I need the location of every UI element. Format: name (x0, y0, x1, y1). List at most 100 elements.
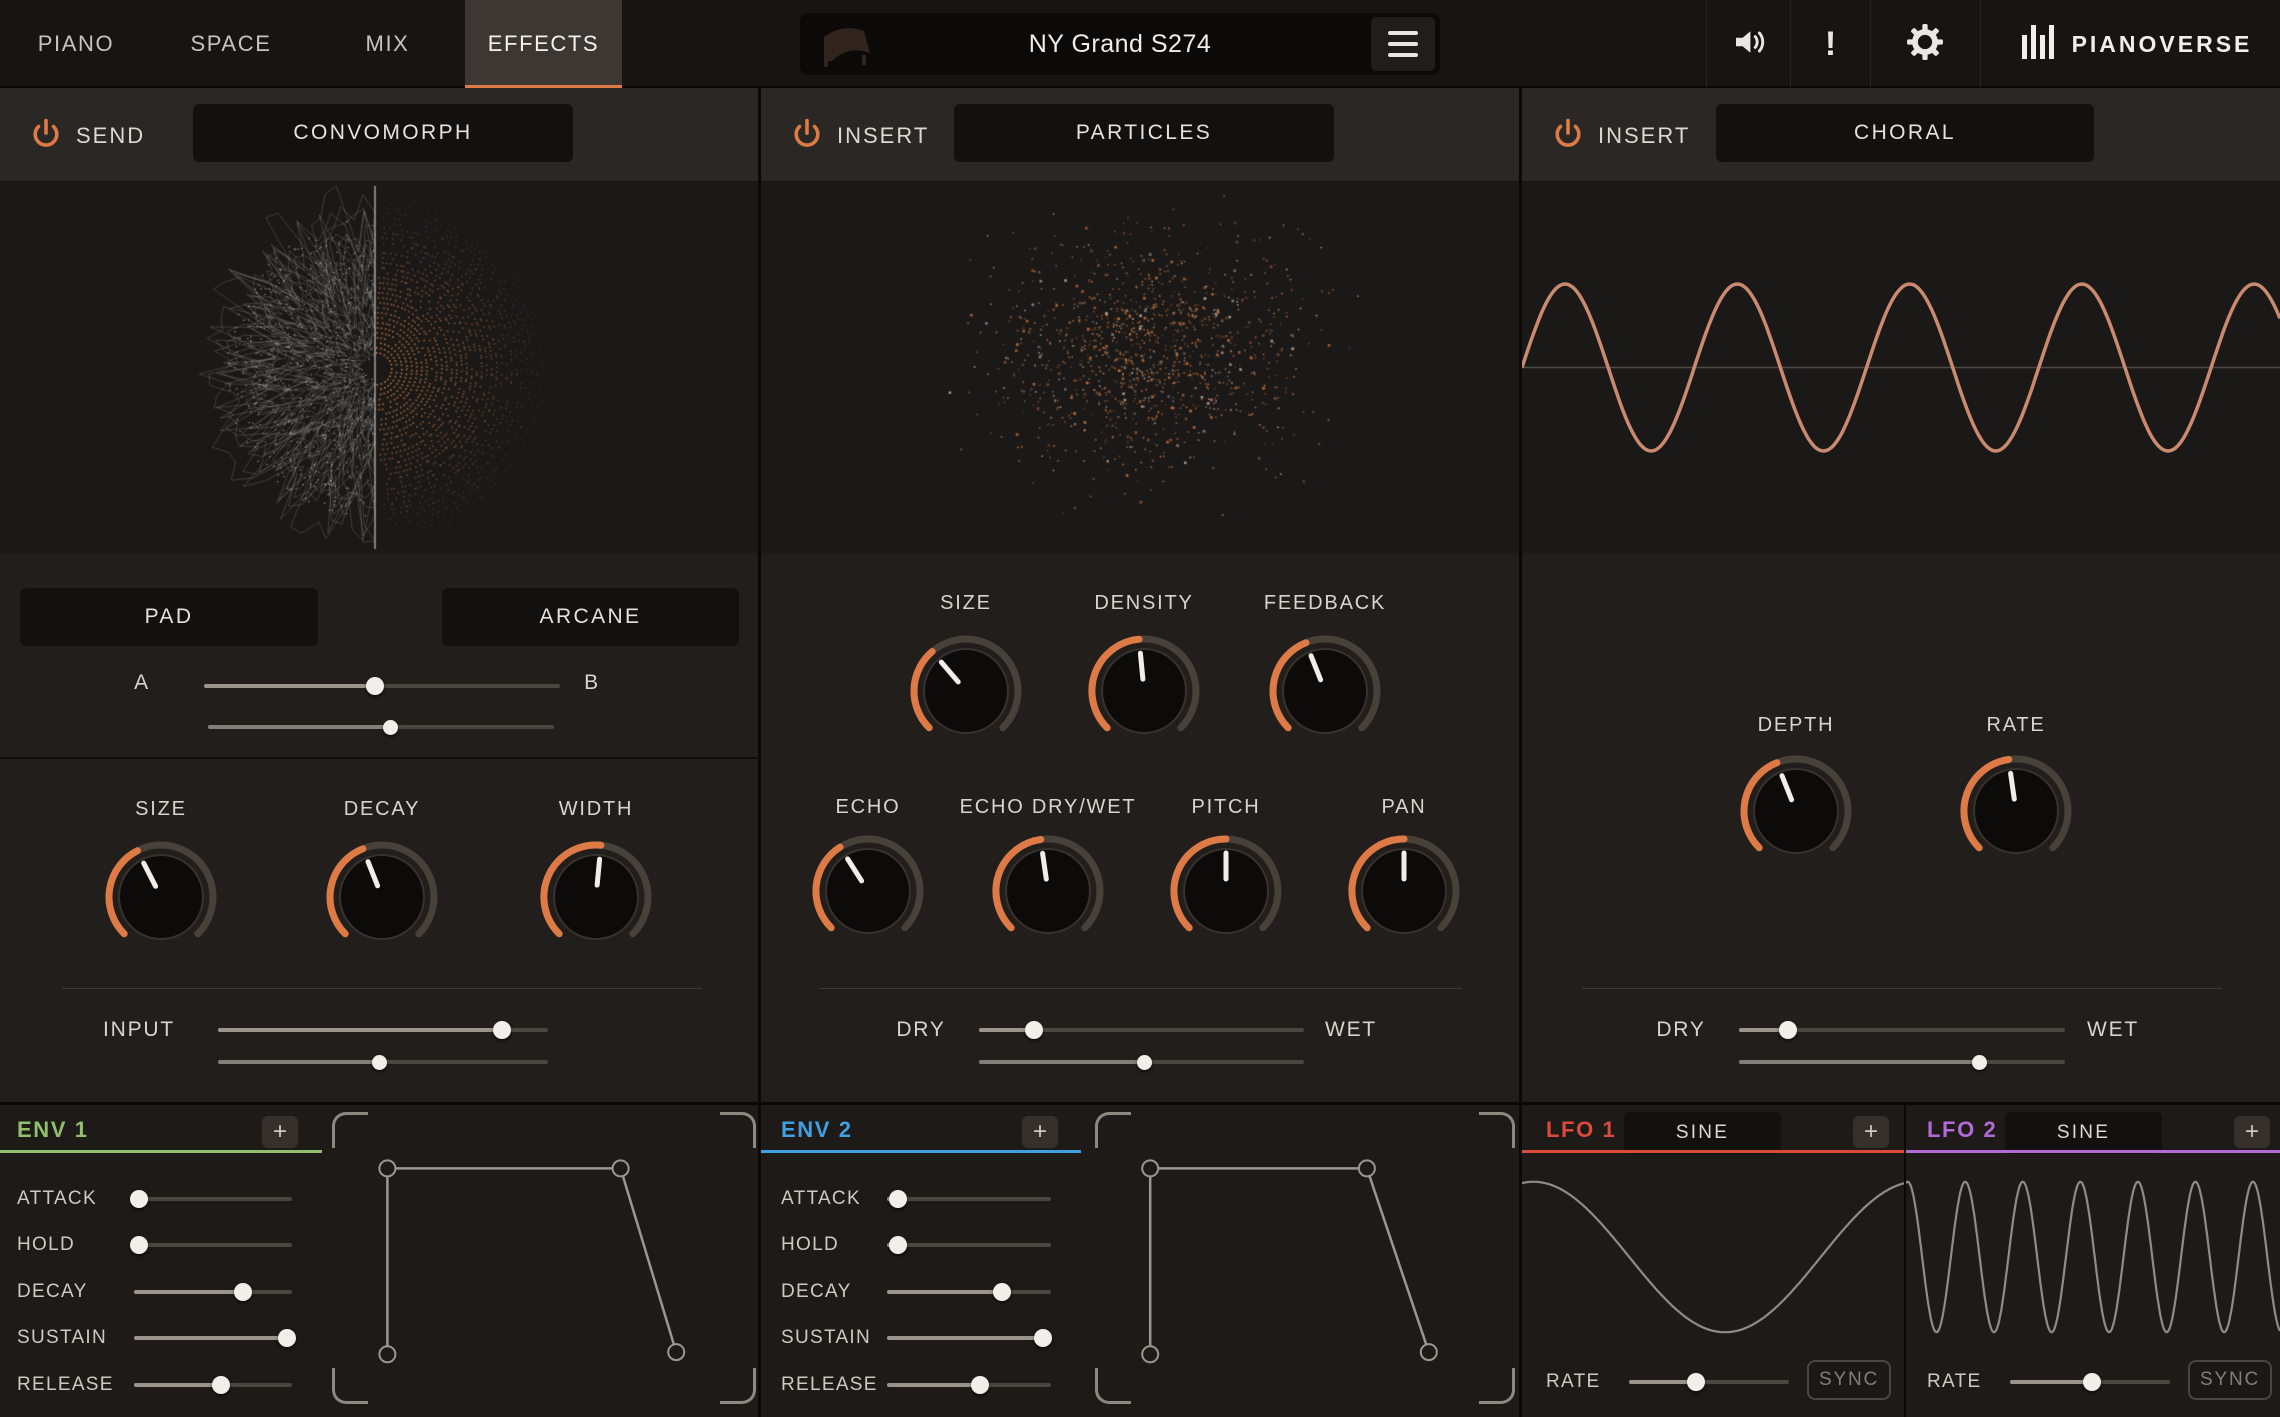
decay-knob[interactable] (324, 839, 440, 955)
env1-add-button[interactable]: + (262, 1116, 298, 1148)
particles-power-button[interactable] (789, 116, 825, 157)
lfo2-add-button[interactable]: + (2234, 1116, 2270, 1148)
tab-mix[interactable]: MIX (310, 0, 465, 88)
size-knob-label: SIZE (81, 798, 241, 820)
particles-visualization (761, 182, 1519, 553)
volume-button[interactable] (1712, 0, 1790, 88)
chorus-rate-knob[interactable] (1958, 753, 2074, 869)
env2-sustain-slider[interactable] (887, 1327, 1051, 1349)
env2-attack-slider[interactable] (887, 1188, 1051, 1210)
env1-release-label: RELEASE (17, 1374, 114, 1396)
lfo1-rate-label: RATE (1546, 1371, 1600, 1393)
env1-hold-slider[interactable] (134, 1234, 292, 1256)
env2-release-slider[interactable] (887, 1374, 1051, 1396)
rule (820, 988, 1462, 989)
lfo2-accent-underline (1906, 1150, 2280, 1153)
depth-knob[interactable] (1738, 753, 1854, 869)
topbar-separator (1980, 0, 1981, 88)
env1-attack-slider[interactable] (134, 1188, 292, 1210)
column-divider (1519, 88, 1522, 1417)
morph-mod-slider[interactable] (208, 716, 554, 738)
convomorph-slot-label: SEND (76, 122, 145, 150)
pan-knob[interactable] (1346, 833, 1462, 949)
convomorph-visualization (0, 182, 758, 553)
env2-hold-slider[interactable] (887, 1234, 1051, 1256)
tab-effects[interactable]: EFFECTS (465, 0, 622, 88)
morph-slider[interactable] (204, 675, 560, 697)
env2-envelope-graph[interactable] (1095, 1112, 1515, 1404)
env1-accent-underline (0, 1150, 322, 1153)
drywet-slider[interactable] (1739, 1019, 2065, 1041)
rule (62, 988, 702, 989)
echo-knob-label: ECHO (788, 796, 948, 818)
pitch-knob[interactable] (1168, 833, 1284, 949)
input-mod-slider[interactable] (218, 1051, 548, 1073)
lfo2-sync-button[interactable]: SYNC (2188, 1360, 2272, 1400)
env1-attack-label: ATTACK (17, 1188, 97, 1210)
tab-label: SPACE (191, 31, 272, 57)
size-knob[interactable] (103, 839, 219, 955)
drywet-mod-slider[interactable] (1739, 1051, 2065, 1073)
feedback-knob-label: FEEDBACK (1245, 592, 1405, 614)
column-divider (758, 88, 761, 1417)
echo-drywet-knob-label: ECHO DRY/WET (938, 796, 1158, 818)
wet-label: WET (2070, 1019, 2156, 1041)
rule (1582, 988, 2222, 989)
psize-knob[interactable] (908, 633, 1024, 749)
drywet-mod-slider[interactable] (979, 1051, 1304, 1073)
input-slider[interactable] (218, 1019, 548, 1041)
env1-sustain-slider[interactable] (134, 1327, 292, 1349)
particles-select-button[interactable]: PARTICLES (954, 104, 1334, 162)
tab-piano[interactable]: PIANO (0, 0, 152, 88)
env1-release-slider[interactable] (134, 1374, 292, 1396)
psize-knob-label: SIZE (886, 592, 1046, 614)
choral-select-button[interactable]: CHORAL (1716, 104, 2094, 162)
lfo1-rate-slider[interactable] (1629, 1371, 1789, 1393)
rate-knob-label: RATE (1936, 714, 2096, 736)
lfo1-title: LFO 1 (1546, 1117, 1616, 1143)
pad-button[interactable]: PAD (20, 588, 318, 646)
tab-label: PIANO (38, 31, 114, 57)
lfo2-waveform-select[interactable]: SINE (2005, 1112, 2162, 1154)
env1-decay-slider[interactable] (134, 1281, 292, 1303)
feedback-knob[interactable] (1267, 633, 1383, 749)
density-knob[interactable] (1086, 633, 1202, 749)
lfo2-title: LFO 2 (1927, 1117, 1997, 1143)
topbar-separator (1706, 0, 1707, 88)
env2-sustain-label: SUSTAIN (781, 1327, 871, 1349)
input-label: INPUT (74, 1019, 204, 1041)
density-knob-label: DENSITY (1064, 592, 1224, 614)
morph-a-label: A (122, 672, 162, 694)
lfo2-wave-display (1906, 1158, 2280, 1356)
convomorph-power-button[interactable] (28, 116, 64, 157)
tab-space[interactable]: SPACE (152, 0, 310, 88)
lfo1-add-button[interactable]: + (1853, 1116, 1889, 1148)
lfo2-rate-slider[interactable] (2010, 1371, 2170, 1393)
env2-decay-slider[interactable] (887, 1281, 1051, 1303)
width-knob-label: WIDTH (516, 798, 676, 820)
drywet-slider[interactable] (979, 1019, 1304, 1041)
env2-release-label: RELEASE (781, 1374, 878, 1396)
env2-accent-underline (761, 1150, 1081, 1153)
echo-knob[interactable] (810, 833, 926, 949)
echo-drywet-knob[interactable] (990, 833, 1106, 949)
preset-selector[interactable]: NY Grand S274 (800, 13, 1440, 75)
morph-b-label: B (572, 672, 612, 694)
choral-power-button[interactable] (1550, 116, 1586, 157)
env2-add-button[interactable]: + (1022, 1116, 1058, 1148)
preset-menu-button[interactable] (1371, 17, 1435, 71)
top-bar: PIANO SPACE MIX EFFECTS NY Grand S274 ! (0, 0, 2280, 88)
env1-decay-label: DECAY (17, 1281, 88, 1303)
alert-button[interactable]: ! (1791, 0, 1870, 88)
section-divider (0, 757, 758, 759)
lfo1-sync-button[interactable]: SYNC (1807, 1360, 1891, 1400)
arcane-button[interactable]: ARCANE (442, 588, 739, 646)
pitch-knob-label: PITCH (1146, 796, 1306, 818)
env1-envelope-graph[interactable] (332, 1112, 756, 1404)
convomorph-select-button[interactable]: CONVOMORPH (193, 104, 573, 162)
lfo1-accent-underline (1522, 1150, 1905, 1153)
width-knob[interactable] (538, 839, 654, 955)
lfo1-waveform-select[interactable]: SINE (1624, 1112, 1781, 1154)
exclamation-icon: ! (1825, 25, 1836, 64)
settings-button[interactable] (1871, 0, 1979, 88)
